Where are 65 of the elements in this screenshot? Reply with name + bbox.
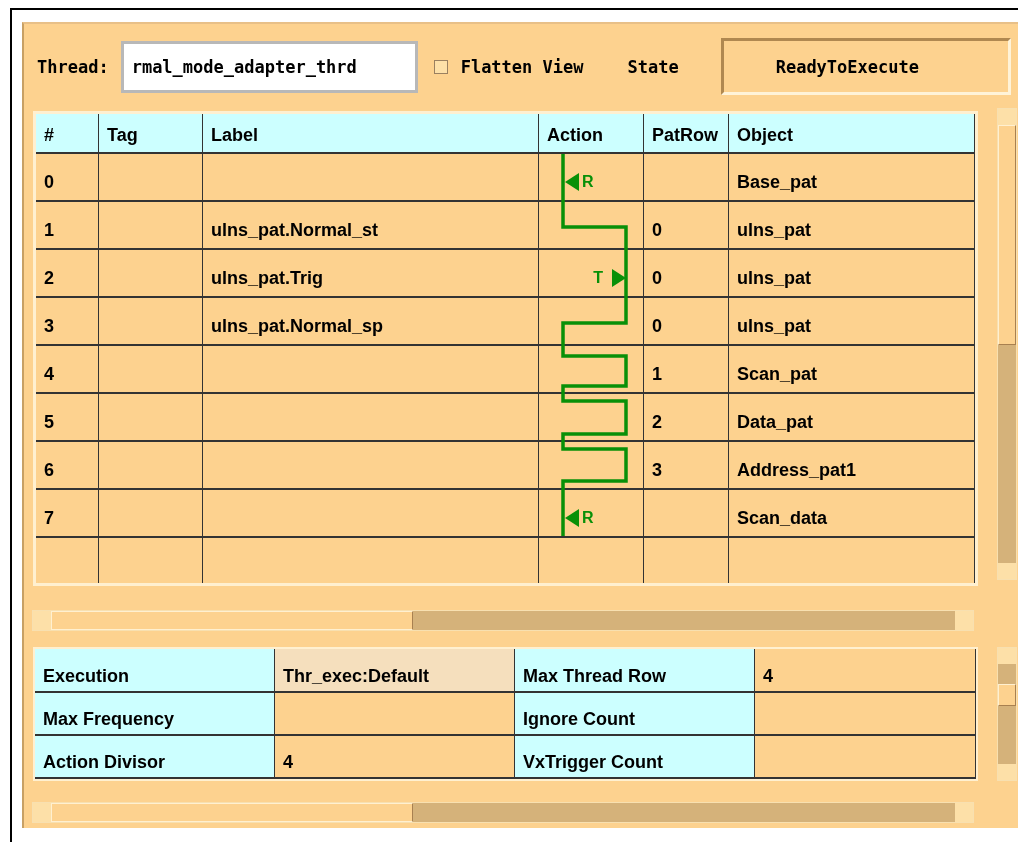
checkbox[interactable] <box>433 59 448 74</box>
action-label: R <box>582 173 594 191</box>
table-cell: ulns_pat.Trig <box>203 250 539 298</box>
table-cell: 0 <box>644 202 729 250</box>
property-value[interactable] <box>755 693 976 736</box>
property-value[interactable]: 4 <box>275 736 515 779</box>
scroll-left-icon[interactable] <box>33 611 51 630</box>
action-label: T <box>593 269 603 287</box>
table-cell: Base_pat <box>729 154 975 202</box>
property-label: Ignore Count <box>515 693 755 736</box>
left-arrow-icon <box>565 509 579 527</box>
table-cell: 7 <box>36 490 99 538</box>
property-value[interactable]: 4 <box>755 649 976 693</box>
column-header[interactable]: Tag <box>99 114 203 154</box>
scroll-up-icon[interactable] <box>998 648 1016 664</box>
thread-label: Thread: <box>37 56 109 77</box>
table-cell: Data_pat <box>729 394 975 442</box>
checkbox-label: Flatten View <box>460 56 584 77</box>
property-label: VxTrigger Count <box>515 736 755 779</box>
table-cell: ulns_pat <box>729 298 975 346</box>
table-cell: 5 <box>36 394 99 442</box>
vertical-scrollbar[interactable] <box>997 647 1017 781</box>
table-cell: 2 <box>36 250 99 298</box>
column-header[interactable]: Action <box>539 114 644 154</box>
table-cell: 0 <box>644 250 729 298</box>
column-header[interactable]: Object <box>729 114 975 154</box>
table-cell: Address_pat1 <box>729 442 975 490</box>
property-value[interactable]: Thr_exec:Default <box>275 649 515 693</box>
column-header[interactable]: # <box>36 114 99 154</box>
scroll-up-icon[interactable] <box>998 109 1016 125</box>
vertical-scrollbar[interactable] <box>997 108 1017 580</box>
table-cell: 3 <box>36 298 99 346</box>
column-header[interactable]: PatRow <box>644 114 729 154</box>
state-value: ReadyToExecute <box>720 38 1011 95</box>
table-cell: 6 <box>36 442 99 490</box>
left-arrow-icon <box>565 173 579 191</box>
table-cell: 0 <box>36 154 99 202</box>
state-label: State <box>627 56 679 77</box>
table-cell: 2 <box>644 394 729 442</box>
property-label: Max Frequency <box>35 693 275 736</box>
table-cell: 0 <box>644 298 729 346</box>
table-cell: 1 <box>36 202 99 250</box>
property-label: Action Divisor <box>35 736 275 779</box>
property-value[interactable] <box>755 736 976 779</box>
table-cell: Scan_pat <box>729 346 975 394</box>
table-cell: 4 <box>36 346 99 394</box>
table-cell: ulns_pat <box>729 202 975 250</box>
column-header[interactable]: Label <box>203 114 539 154</box>
right-arrow-icon <box>612 269 626 287</box>
property-value[interactable] <box>275 693 515 736</box>
table-cell: ulns_pat <box>729 250 975 298</box>
table-cell: ulns_pat.Normal_st <box>203 202 539 250</box>
thread-field[interactable]: rmal_mode_adapter_thrd <box>120 40 418 93</box>
table-cell: 1 <box>644 346 729 394</box>
property-label: Max Thread Row <box>515 649 755 693</box>
table-cell: Scan_data <box>729 490 975 538</box>
table-cell: ulns_pat.Normal_sp <box>203 298 539 346</box>
scroll-right-icon[interactable] <box>955 803 973 822</box>
scroll-left-icon[interactable] <box>33 803 51 822</box>
scroll-down-icon[interactable] <box>998 563 1016 579</box>
scroll-right-icon[interactable] <box>955 611 973 630</box>
action-label: R <box>582 509 594 527</box>
scroll-down-icon[interactable] <box>998 764 1016 780</box>
table-cell: 3 <box>644 442 729 490</box>
property-label: Execution <box>35 649 275 693</box>
